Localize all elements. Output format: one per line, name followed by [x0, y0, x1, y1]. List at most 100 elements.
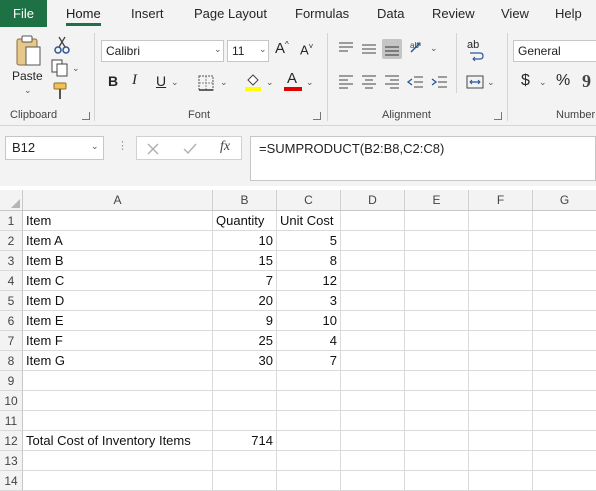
cell-e4[interactable]	[405, 271, 469, 291]
cell-e14[interactable]	[405, 471, 469, 491]
file-tab[interactable]: File	[0, 0, 47, 27]
cut-icon[interactable]	[52, 35, 72, 55]
cell-d2[interactable]	[341, 231, 405, 251]
align-right-icon[interactable]	[382, 72, 402, 92]
decrease-indent-icon[interactable]	[406, 72, 426, 92]
cell-a14[interactable]	[23, 471, 213, 491]
row-header-10[interactable]: 10	[0, 391, 23, 411]
row-header-2[interactable]: 2	[0, 231, 23, 251]
cell-g2[interactable]	[533, 231, 596, 251]
cell-e11[interactable]	[405, 411, 469, 431]
cell-c14[interactable]	[277, 471, 341, 491]
cell-d8[interactable]	[341, 351, 405, 371]
middle-align-icon[interactable]	[359, 39, 379, 59]
font-color-button[interactable]: A	[284, 70, 302, 92]
cell-b9[interactable]	[213, 371, 277, 391]
cell-b13[interactable]	[213, 451, 277, 471]
chevron-down-icon[interactable]: ⌄	[266, 77, 274, 88]
cell-g8[interactable]	[533, 351, 596, 371]
cell-f10[interactable]	[469, 391, 533, 411]
cell-g10[interactable]	[533, 391, 596, 411]
cell-c7[interactable]: 4	[277, 331, 341, 351]
fill-color-icon[interactable]	[243, 71, 263, 91]
number-format-select[interactable]: General	[513, 40, 596, 62]
cell-b2[interactable]: 10	[213, 231, 277, 251]
column-header-f[interactable]: F	[469, 190, 533, 211]
cell-e8[interactable]	[405, 351, 469, 371]
cell-g1[interactable]	[533, 211, 596, 231]
cell-b11[interactable]	[213, 411, 277, 431]
cell-g12[interactable]	[533, 431, 596, 451]
cell-g11[interactable]	[533, 411, 596, 431]
cell-b4[interactable]: 7	[213, 271, 277, 291]
cell-a2[interactable]: Item A	[23, 231, 213, 251]
cell-g6[interactable]	[533, 311, 596, 331]
cell-b10[interactable]	[213, 391, 277, 411]
align-center-icon[interactable]	[359, 72, 379, 92]
chevron-down-icon[interactable]: ⌄	[487, 77, 495, 88]
name-box[interactable]: B12	[5, 136, 104, 160]
font-launcher-icon[interactable]	[313, 112, 321, 120]
paste-button[interactable]: Paste ⌄	[8, 31, 48, 97]
row-header-14[interactable]: 14	[0, 471, 23, 491]
cell-e12[interactable]	[405, 431, 469, 451]
cell-g14[interactable]	[533, 471, 596, 491]
row-header-4[interactable]: 4	[0, 271, 23, 291]
formula-input[interactable]: =SUMPRODUCT(B2:B8,C2:C8)	[250, 136, 596, 181]
tab-home[interactable]: Home	[66, 0, 101, 27]
align-left-icon[interactable]	[336, 72, 356, 92]
cell-f5[interactable]	[469, 291, 533, 311]
comma-style-icon[interactable]: 9	[580, 71, 596, 91]
underline-button[interactable]: U	[156, 73, 166, 89]
row-header-13[interactable]: 13	[0, 451, 23, 471]
cell-b1[interactable]: Quantity	[213, 211, 277, 231]
cell-f1[interactable]	[469, 211, 533, 231]
chevron-down-icon[interactable]: ⌄	[171, 77, 179, 88]
cell-d12[interactable]	[341, 431, 405, 451]
column-header-a[interactable]: A	[23, 190, 213, 211]
cell-d10[interactable]	[341, 391, 405, 411]
cell-d4[interactable]	[341, 271, 405, 291]
cell-a8[interactable]: Item G	[23, 351, 213, 371]
column-header-g[interactable]: G	[533, 190, 596, 211]
cell-f8[interactable]	[469, 351, 533, 371]
cell-b8[interactable]: 30	[213, 351, 277, 371]
row-header-8[interactable]: 8	[0, 351, 23, 371]
tab-review[interactable]: Review	[432, 0, 475, 27]
orientation-icon[interactable]: ab	[408, 37, 428, 57]
cell-f3[interactable]	[469, 251, 533, 271]
cell-f14[interactable]	[469, 471, 533, 491]
cell-c9[interactable]	[277, 371, 341, 391]
tab-help[interactable]: Help	[555, 0, 582, 27]
cell-a9[interactable]	[23, 371, 213, 391]
top-align-icon[interactable]	[336, 39, 356, 59]
row-header-7[interactable]: 7	[0, 331, 23, 351]
column-header-e[interactable]: E	[405, 190, 469, 211]
cell-g7[interactable]	[533, 331, 596, 351]
cell-f9[interactable]	[469, 371, 533, 391]
column-header-b[interactable]: B	[213, 190, 277, 211]
cell-d6[interactable]	[341, 311, 405, 331]
bottom-align-icon[interactable]	[382, 39, 402, 59]
enter-check-icon[interactable]	[182, 142, 198, 156]
cell-g3[interactable]	[533, 251, 596, 271]
cell-d13[interactable]	[341, 451, 405, 471]
cell-b6[interactable]: 9	[213, 311, 277, 331]
cell-c1[interactable]: Unit Cost	[277, 211, 341, 231]
row-header-12[interactable]: 12	[0, 431, 23, 451]
tab-data[interactable]: Data	[377, 0, 404, 27]
wrap-text-button[interactable]: ab	[466, 39, 486, 61]
cell-f6[interactable]	[469, 311, 533, 331]
cell-e5[interactable]	[405, 291, 469, 311]
cell-e1[interactable]	[405, 211, 469, 231]
cell-d3[interactable]	[341, 251, 405, 271]
cell-d9[interactable]	[341, 371, 405, 391]
row-header-11[interactable]: 11	[0, 411, 23, 431]
tab-formulas[interactable]: Formulas	[295, 0, 349, 27]
cell-f12[interactable]	[469, 431, 533, 451]
cell-g4[interactable]	[533, 271, 596, 291]
cell-e9[interactable]	[405, 371, 469, 391]
cell-b3[interactable]: 15	[213, 251, 277, 271]
cell-c2[interactable]: 5	[277, 231, 341, 251]
cell-c10[interactable]	[277, 391, 341, 411]
